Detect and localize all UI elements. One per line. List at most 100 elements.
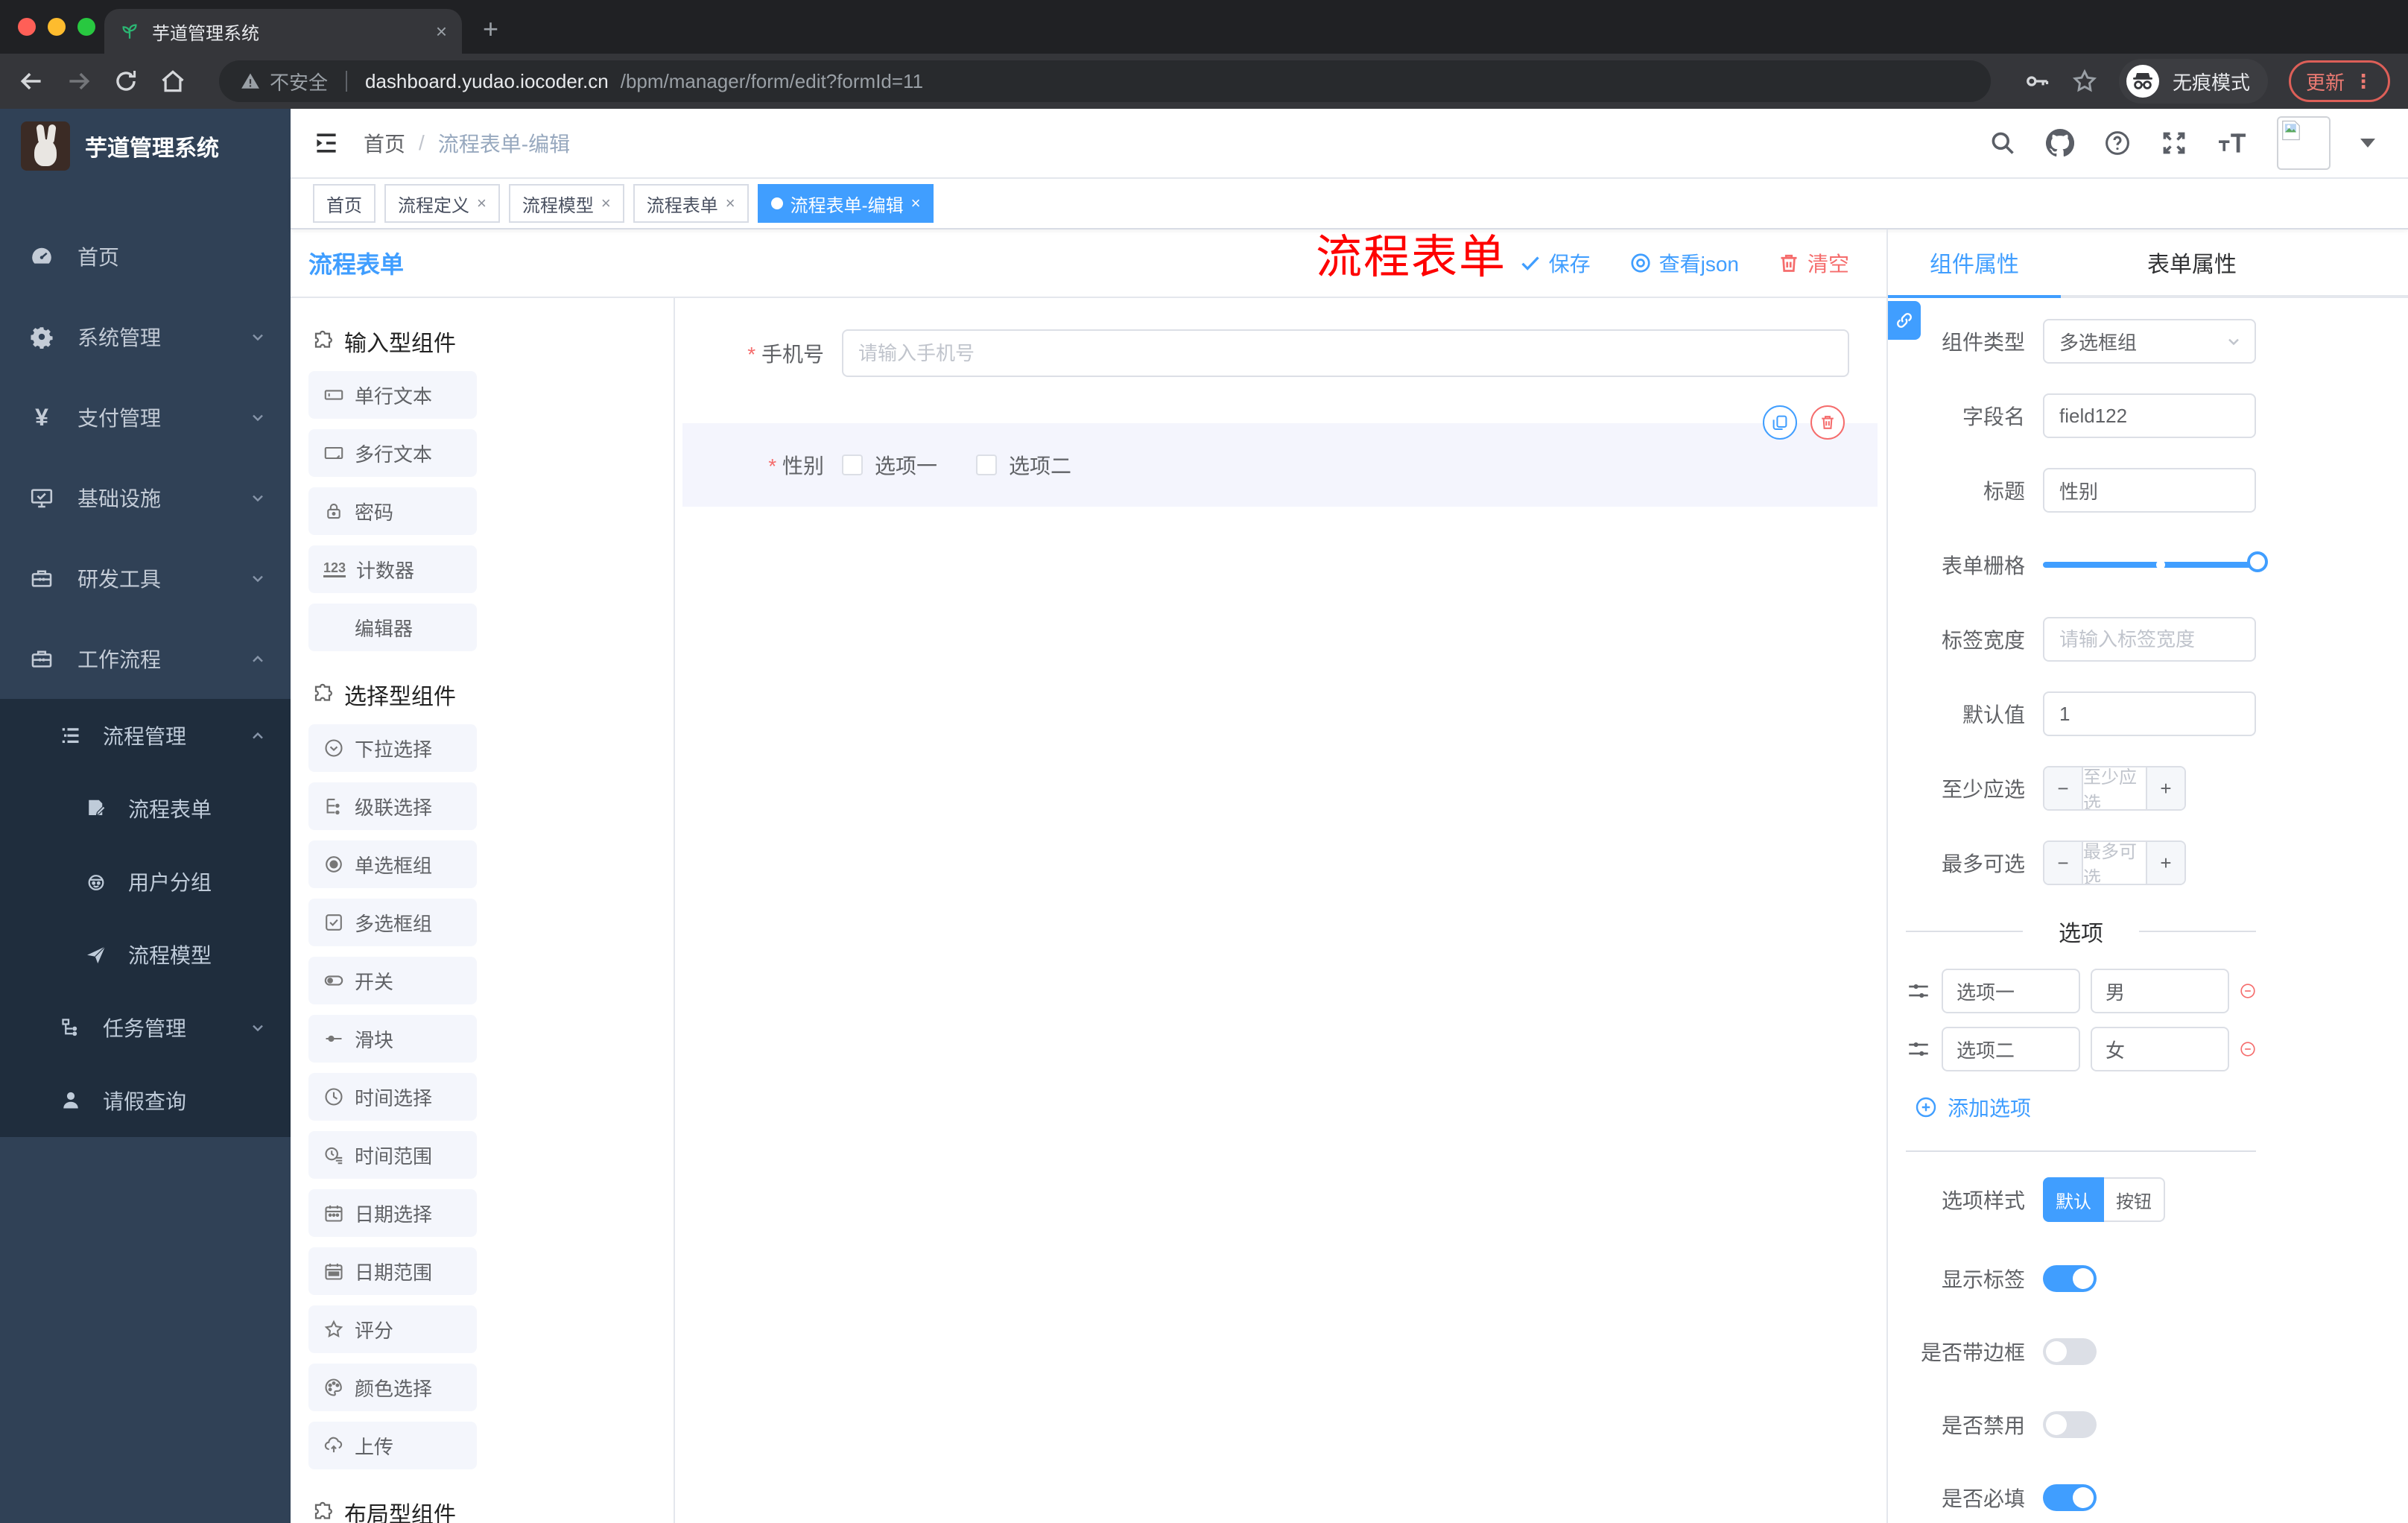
sidebar-item-process-mgmt[interactable]: 流程管理 xyxy=(0,699,291,772)
home-icon[interactable] xyxy=(159,68,186,95)
remove-option-icon[interactable] xyxy=(2240,977,2256,1005)
checkbox-option-2[interactable]: 选项二 xyxy=(976,450,1071,480)
disabled-switch[interactable] xyxy=(2043,1411,2097,1438)
fullscreen-icon[interactable] xyxy=(2161,130,2187,156)
option-label-input[interactable] xyxy=(1942,969,2080,1013)
save-button[interactable]: 保存 xyxy=(1519,248,1591,278)
remove-option-icon[interactable] xyxy=(2240,1035,2256,1063)
tag-process-model[interactable]: 流程模型 × xyxy=(508,184,624,223)
browser-menu-icon[interactable]: ⋮ xyxy=(2354,70,2373,93)
palette-item-upload[interactable]: 上传 xyxy=(308,1422,477,1469)
tag-close-icon[interactable]: × xyxy=(601,194,611,213)
drag-handle-icon[interactable] xyxy=(1906,978,1931,1004)
palette-item-time-range[interactable]: 时间范围 xyxy=(308,1131,477,1179)
stepper-plus-button[interactable]: + xyxy=(2146,767,2184,809)
sidebar-item-payment[interactable]: ¥ 支付管理 xyxy=(0,377,291,457)
copy-component-button[interactable] xyxy=(1763,405,1797,440)
bookmark-star-icon[interactable] xyxy=(2071,68,2098,95)
palette-item-switch[interactable]: 开关 xyxy=(308,957,477,1004)
tag-home[interactable]: 首页 xyxy=(313,184,376,223)
checkbox-icon[interactable] xyxy=(976,455,998,475)
github-icon[interactable] xyxy=(2046,129,2074,157)
palette-item-select[interactable]: 下拉选择 xyxy=(308,724,477,772)
canvas-field-gender-selected[interactable]: 性别 选项一 选项二 xyxy=(682,405,1878,507)
option-label-input[interactable] xyxy=(1942,1027,2080,1071)
sidebar-item-leave-query[interactable]: 请假查询 xyxy=(0,1064,291,1137)
search-icon[interactable] xyxy=(1989,130,2016,156)
palette-item-multi-text[interactable]: 多行文本 xyxy=(308,429,477,477)
palette-item-password[interactable]: 密码 xyxy=(308,487,477,535)
palette-item-cascader[interactable]: 级联选择 xyxy=(308,782,477,830)
window-controls[interactable] xyxy=(18,18,95,36)
default-value-input[interactable] xyxy=(2043,691,2256,736)
border-switch[interactable] xyxy=(2043,1338,2097,1365)
link-tag-button[interactable] xyxy=(1888,301,1921,340)
tab-close-icon[interactable]: × xyxy=(436,20,447,43)
palette-item-checkbox-group[interactable]: 多选框组 xyxy=(308,899,477,946)
slider-handle[interactable] xyxy=(2247,551,2268,572)
label-width-input[interactable] xyxy=(2043,617,2256,662)
avatar[interactable] xyxy=(2277,116,2331,170)
tag-process-form[interactable]: 流程表单 × xyxy=(633,184,749,223)
checkbox-icon[interactable] xyxy=(842,455,863,475)
stepper-plus-button[interactable]: + xyxy=(2146,842,2184,884)
palette-item-editor[interactable]: 编辑器 xyxy=(308,604,477,651)
breadcrumb-home[interactable]: 首页 xyxy=(364,128,405,158)
sidebar-item-user-group[interactable]: 用户分组 xyxy=(0,845,291,918)
drag-handle-icon[interactable] xyxy=(1906,1036,1931,1062)
add-option-button[interactable]: 添加选项 xyxy=(1915,1092,2256,1122)
sidebar-item-workflow[interactable]: 工作流程 xyxy=(0,618,291,699)
sidebar-item-infra[interactable]: 基础设施 xyxy=(0,457,291,538)
back-icon[interactable] xyxy=(18,68,45,95)
password-key-icon[interactable] xyxy=(2024,68,2050,95)
avatar-caret-icon[interactable] xyxy=(2360,139,2375,155)
palette-item-counter[interactable]: 123 计数器 xyxy=(308,545,477,593)
stepper-minus-button[interactable]: − xyxy=(2044,842,2083,884)
tag-close-icon[interactable]: × xyxy=(477,194,487,213)
reload-icon[interactable] xyxy=(113,69,139,94)
new-tab-button[interactable]: + xyxy=(483,13,498,45)
sidebar-item-system[interactable]: 系统管理 xyxy=(0,297,291,377)
tag-close-icon[interactable]: × xyxy=(726,194,735,213)
style-default-button[interactable]: 默认 xyxy=(2043,1177,2104,1222)
field-name-input[interactable] xyxy=(2043,393,2256,438)
show-label-switch[interactable] xyxy=(2043,1265,2097,1292)
min-select-placeholder[interactable]: 至少应选 xyxy=(2083,767,2146,809)
palette-item-radio-group[interactable]: 单选框组 xyxy=(308,840,477,888)
style-button-button[interactable]: 按钮 xyxy=(2104,1177,2165,1222)
help-icon[interactable] xyxy=(2104,130,2131,156)
stepper-minus-button[interactable]: − xyxy=(2044,767,2083,809)
grid-slider[interactable] xyxy=(2043,551,2268,572)
forward-icon[interactable] xyxy=(66,68,92,95)
tag-process-definition[interactable]: 流程定义 × xyxy=(384,184,500,223)
palette-item-time[interactable]: 时间选择 xyxy=(308,1073,477,1121)
palette-item-color[interactable]: 颜色选择 xyxy=(308,1364,477,1411)
option-value-input[interactable] xyxy=(2091,1027,2229,1071)
tab-component-props[interactable]: 组件属性 xyxy=(1888,229,2061,298)
palette-item-rate[interactable]: 评分 xyxy=(308,1305,477,1353)
hamburger-icon[interactable] xyxy=(313,130,340,156)
phone-input[interactable] xyxy=(842,329,1849,377)
sidebar-item-task-mgmt[interactable]: 任务管理 xyxy=(0,991,291,1064)
tab-form-props[interactable]: 表单属性 xyxy=(2061,229,2323,295)
title-input[interactable] xyxy=(2043,468,2256,513)
sidebar-item-process-form[interactable]: 流程表单 xyxy=(0,772,291,845)
browser-tab[interactable]: 芋道管理系统 × xyxy=(104,9,462,54)
minimize-window-button[interactable] xyxy=(48,18,66,36)
zoom-window-button[interactable] xyxy=(77,18,95,36)
max-select-placeholder[interactable]: 最多可选 xyxy=(2083,842,2146,884)
app-logo[interactable]: 芋道管理系统 xyxy=(0,109,291,183)
tag-process-form-edit[interactable]: 流程表单-编辑 × xyxy=(757,184,934,223)
sidebar-item-home[interactable]: 首页 xyxy=(0,216,291,297)
browser-update-button[interactable]: 更新 ⋮ xyxy=(2288,60,2390,102)
palette-item-single-text[interactable]: 单行文本 xyxy=(308,371,477,419)
tag-close-icon[interactable]: × xyxy=(911,194,921,213)
palette-item-date-range[interactable]: 日期范围 xyxy=(308,1247,477,1295)
sidebar-item-devtools[interactable]: 研发工具 xyxy=(0,538,291,618)
palette-item-date[interactable]: 日期选择 xyxy=(308,1189,477,1237)
canvas-field-phone[interactable]: 手机号 xyxy=(675,329,1886,377)
required-switch[interactable] xyxy=(2043,1484,2097,1511)
checkbox-option-1[interactable]: 选项一 xyxy=(842,450,937,480)
sidebar-item-process-model[interactable]: 流程模型 xyxy=(0,918,291,991)
font-size-icon[interactable] xyxy=(2217,130,2247,156)
